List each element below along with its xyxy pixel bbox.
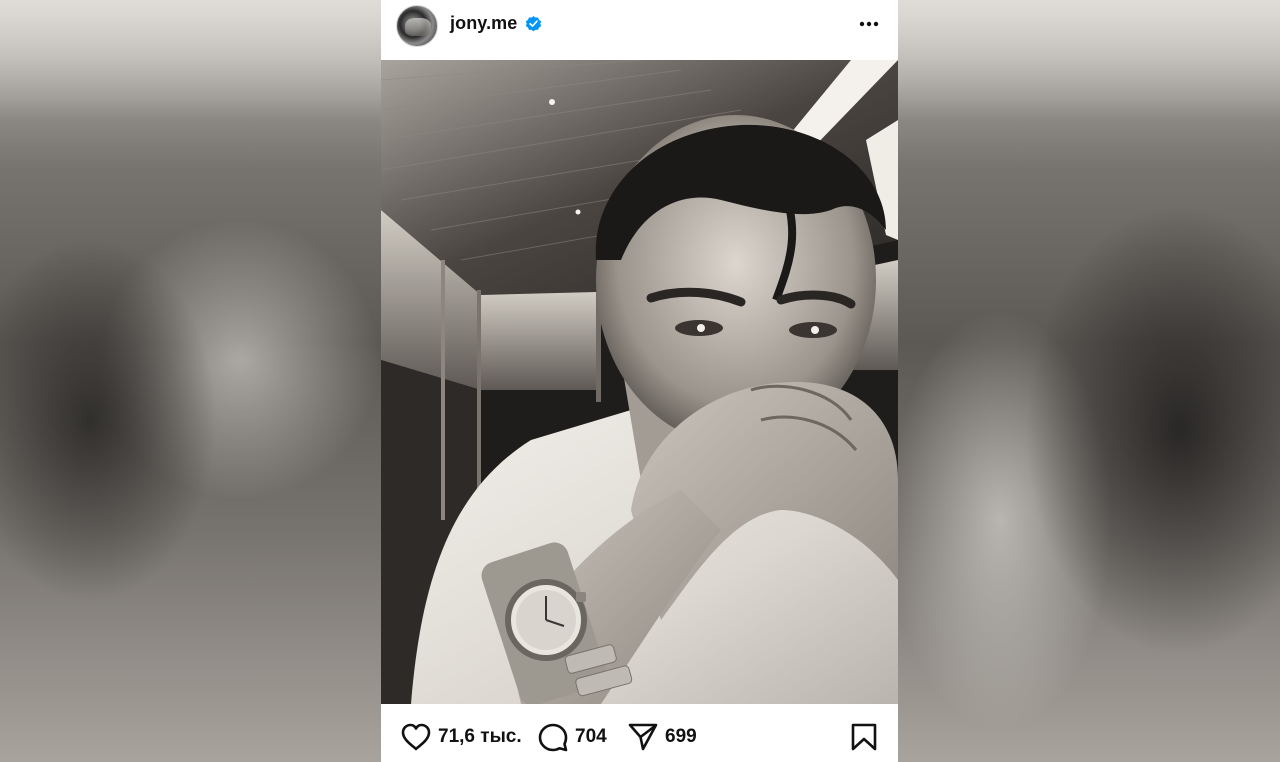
photo-illustration (381, 60, 898, 704)
shares-count: 699 (665, 726, 697, 747)
post-card: jony.me 71,6 тыс. 704 699 (381, 0, 898, 762)
profile-avatar[interactable] (396, 5, 438, 47)
more-horizontal-icon[interactable] (858, 14, 880, 34)
post-photo[interactable] (381, 60, 898, 704)
save-action[interactable] (849, 722, 879, 752)
post-header: jony.me (381, 0, 898, 60)
likes-count: 71,6 тыс. (438, 726, 522, 747)
username[interactable]: jony.me (450, 13, 517, 34)
comments-count: 704 (575, 726, 607, 747)
post-actions: 71,6 тыс. 704 699 (381, 704, 898, 762)
bookmark-icon[interactable] (849, 722, 879, 752)
verified-badge-icon (525, 16, 542, 32)
like-action[interactable]: 71,6 тыс. (400, 722, 522, 752)
comment-bubble-icon[interactable] (537, 722, 569, 752)
heart-icon[interactable] (400, 722, 432, 752)
comment-action[interactable]: 704 (537, 722, 607, 752)
send-icon[interactable] (627, 722, 659, 752)
share-action[interactable]: 699 (627, 722, 697, 752)
